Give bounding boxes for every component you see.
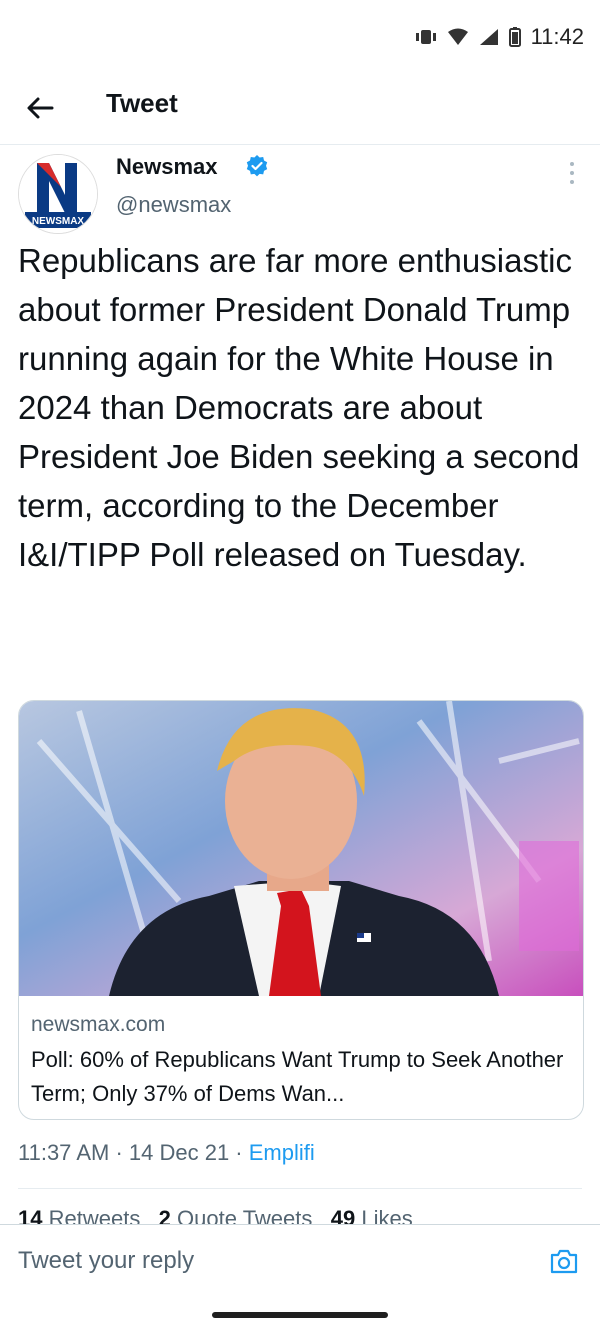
reply-bar: Tweet your reply bbox=[0, 1224, 600, 1297]
wifi-icon bbox=[447, 28, 468, 45]
status-icons: 11:42 bbox=[415, 24, 584, 50]
card-image bbox=[19, 701, 583, 996]
page-title: Tweet bbox=[106, 88, 178, 118]
meta-separator: · bbox=[229, 1140, 249, 1165]
author-name[interactable]: Newsmax bbox=[116, 154, 218, 180]
status-bar: 11:42 bbox=[0, 0, 600, 70]
tweet-author: NEWSMAX Newsmax @newsmax bbox=[0, 148, 600, 234]
divider bbox=[18, 1188, 582, 1189]
likes-count[interactable]: 49 Likes bbox=[331, 1206, 413, 1224]
tweet-text: Republicans are far more enthusiastic ab… bbox=[18, 242, 580, 573]
card-title: Poll: 60% of Republicans Want Trump to S… bbox=[31, 1047, 564, 1106]
tweet-source-link[interactable]: Emplifi bbox=[249, 1140, 315, 1165]
status-time: 11:42 bbox=[530, 24, 584, 49]
author-handle[interactable]: @newsmax bbox=[116, 192, 231, 218]
back-arrow-icon[interactable] bbox=[22, 90, 58, 126]
reply-input[interactable]: Tweet your reply bbox=[18, 1247, 194, 1275]
tweet-date: 14 Dec 21 bbox=[128, 1140, 230, 1165]
engagement-counts: 14 Retweets 2 Quote Tweets 49 Likes bbox=[18, 1206, 582, 1224]
tweet-time: 11:37 AM bbox=[18, 1140, 110, 1165]
verified-icon bbox=[246, 155, 268, 177]
avatar[interactable]: NEWSMAX bbox=[18, 154, 98, 234]
top-bar: Tweet bbox=[0, 70, 600, 145]
svg-text:NEWSMAX: NEWSMAX bbox=[32, 216, 85, 227]
more-icon[interactable] bbox=[566, 160, 578, 186]
gesture-nav-handle[interactable] bbox=[212, 1312, 388, 1318]
signal-icon bbox=[479, 29, 498, 45]
tweet-meta: 11:37 AM · 14 Dec 21 · Emplifi bbox=[18, 1140, 315, 1166]
battery-icon bbox=[508, 27, 521, 47]
vibrate-icon bbox=[415, 30, 436, 44]
meta-separator: · bbox=[109, 1140, 129, 1165]
card-domain: newsmax.com bbox=[31, 1013, 166, 1036]
camera-icon[interactable] bbox=[548, 1245, 580, 1277]
newsmax-logo: NEWSMAX bbox=[19, 155, 97, 233]
link-card[interactable]: newsmax.com Poll: 60% of Republicans Wan… bbox=[18, 700, 584, 1120]
quote-tweets-count[interactable]: 2 Quote Tweets bbox=[159, 1206, 313, 1224]
retweets-count[interactable]: 14 Retweets bbox=[18, 1206, 140, 1224]
